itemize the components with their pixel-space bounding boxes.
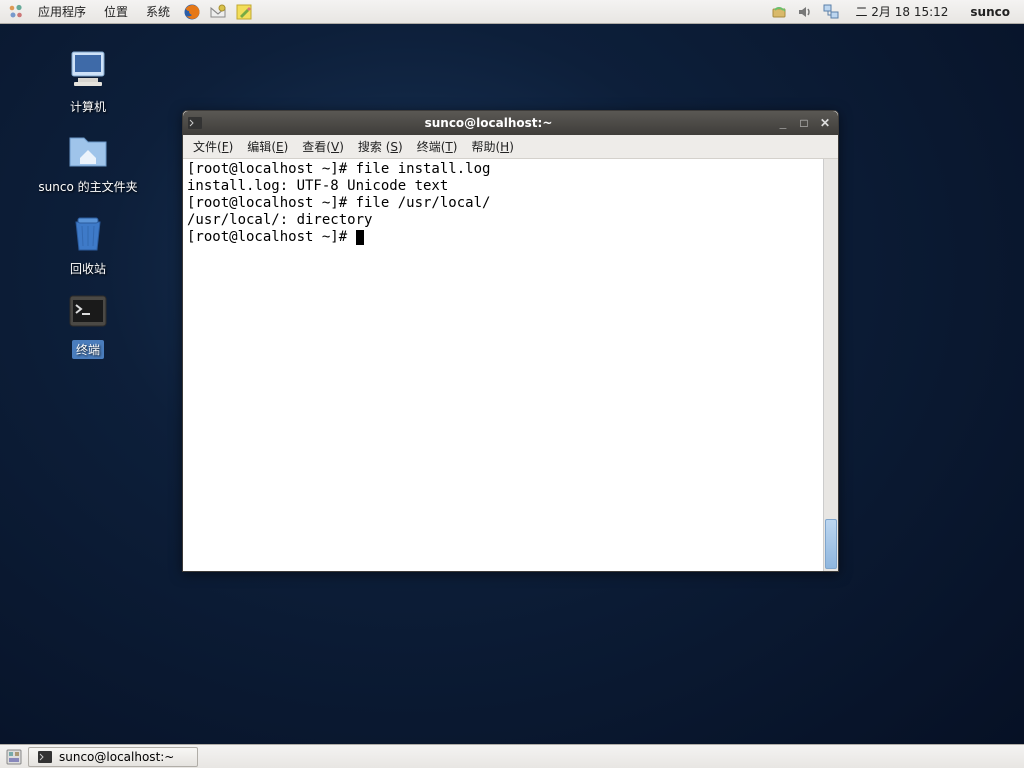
- top-panel: 应用程序 位置 系统 二 2月 18 15:12 sunco: [0, 0, 1024, 24]
- menu-places[interactable]: 位置: [96, 0, 136, 23]
- menu-view[interactable]: 查看(V): [296, 135, 350, 158]
- desktop-icon-label: 终端: [72, 340, 104, 359]
- menu-terminal[interactable]: 终端(T): [411, 135, 464, 158]
- network-icon[interactable]: [821, 2, 841, 22]
- desktop-icon-label: sunco 的主文件夹: [38, 178, 137, 195]
- desktop-icon-trash[interactable]: 回收站: [28, 208, 148, 277]
- scrollbar[interactable]: [823, 159, 838, 571]
- terminal-window: sunco@localhost:~ _ □ ✕ 文件(F) 编辑(E) 查看(V…: [182, 110, 839, 572]
- gnome-icon: [6, 2, 26, 22]
- scrollbar-thumb[interactable]: [825, 519, 837, 569]
- notes-icon[interactable]: [234, 2, 254, 22]
- user-menu[interactable]: sunco: [960, 5, 1020, 19]
- trash-icon: [64, 208, 112, 256]
- bottom-panel: sunco@localhost:~: [0, 744, 1024, 768]
- desktop-icon-computer[interactable]: 计算机: [28, 46, 148, 115]
- titlebar[interactable]: sunco@localhost:~ _ □ ✕: [183, 111, 838, 135]
- menu-file[interactable]: 文件(F): [187, 135, 239, 158]
- folder-home-icon: [64, 126, 112, 174]
- taskbar-terminal[interactable]: sunco@localhost:~: [28, 747, 198, 767]
- menubar: 文件(F) 编辑(E) 查看(V) 搜索 (S) 终端(T) 帮助(H): [183, 135, 838, 159]
- close-button[interactable]: ✕: [816, 115, 834, 131]
- menu-help[interactable]: 帮助(H): [465, 135, 519, 158]
- desktop-icon-label: 计算机: [70, 98, 106, 115]
- computer-icon: [64, 46, 112, 94]
- clock[interactable]: 二 2月 18 15:12: [845, 3, 958, 20]
- minimize-button[interactable]: _: [774, 115, 792, 131]
- menu-system[interactable]: 系统: [138, 0, 178, 23]
- desktop-icon-home[interactable]: sunco 的主文件夹: [28, 126, 148, 195]
- window-title: sunco@localhost:~: [209, 116, 768, 130]
- window-icon: [187, 115, 203, 131]
- volume-icon[interactable]: [795, 2, 815, 22]
- mail-icon[interactable]: [208, 2, 228, 22]
- menu-search[interactable]: 搜索 (S): [352, 135, 409, 158]
- desktop-icon-label: 回收站: [70, 260, 106, 277]
- taskbar-label: sunco@localhost:~: [59, 750, 174, 764]
- maximize-button[interactable]: □: [795, 115, 813, 131]
- terminal-icon: [64, 288, 112, 336]
- show-desktop-button[interactable]: [4, 747, 24, 767]
- menu-edit[interactable]: 编辑(E): [241, 135, 294, 158]
- menu-applications[interactable]: 应用程序: [30, 0, 94, 23]
- update-icon[interactable]: [769, 2, 789, 22]
- firefox-icon[interactable]: [182, 2, 202, 22]
- desktop-icon-terminal[interactable]: 终端: [28, 288, 148, 359]
- window-controls: _ □ ✕: [774, 115, 834, 131]
- terminal-output[interactable]: [root@localhost ~]# file install.loginst…: [183, 159, 823, 571]
- terminal-body: [root@localhost ~]# file install.loginst…: [183, 159, 838, 571]
